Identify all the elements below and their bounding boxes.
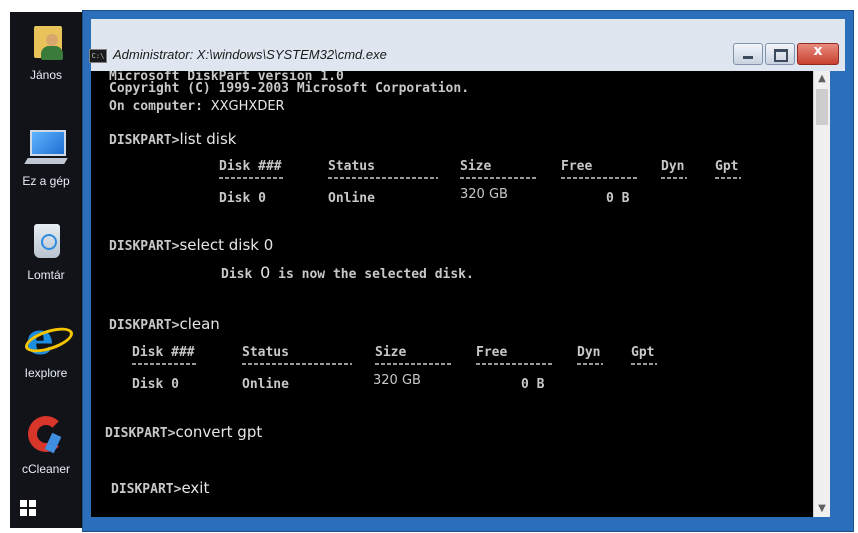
col-header: Dyn — [577, 345, 601, 360]
command-text: clean — [179, 315, 220, 333]
prompt: DISKPART> — [105, 426, 176, 441]
header-underline — [577, 363, 603, 365]
command-text: exit — [181, 479, 210, 497]
header-underline — [460, 177, 538, 179]
command-text: list disk — [179, 130, 237, 148]
table-cell: Online — [242, 377, 289, 392]
header-underline — [661, 177, 687, 179]
header-underline — [328, 177, 438, 179]
col-header: Free — [476, 345, 508, 360]
col-header: Size — [460, 159, 492, 174]
desktop-icon-this-pc[interactable]: Ez a gép — [10, 124, 82, 188]
col-header: Size — [375, 345, 407, 360]
table-cell: 320 GB — [373, 373, 421, 388]
computer-name: XXGHXDER — [210, 99, 285, 114]
col-header: Gpt — [631, 345, 655, 360]
prompt: DISKPART> — [109, 133, 180, 148]
header-underline — [375, 363, 453, 365]
close-icon: x — [813, 43, 823, 59]
cmd-app-icon: C:\ — [89, 49, 107, 63]
command-line: DISKPART>exit — [111, 478, 209, 497]
prompt: DISKPART> — [109, 239, 180, 254]
desktop-icon-label: János — [29, 68, 63, 82]
window-controls: x — [733, 43, 839, 65]
recycle-bin-icon — [24, 218, 68, 262]
col-header: Status — [328, 159, 375, 174]
header-underline — [132, 363, 198, 365]
header-underline — [631, 363, 657, 365]
header-line: Copyright (C) 1999-2003 Microsoft Corpor… — [109, 81, 470, 96]
header-underline — [476, 363, 554, 365]
header-underline — [219, 177, 285, 179]
message-number: 0 — [260, 263, 271, 282]
scroll-down-icon[interactable]: ▼ — [814, 501, 830, 517]
maximize-icon — [774, 49, 788, 62]
command-line: DISKPART>list disk — [109, 129, 236, 148]
header-underline — [715, 177, 741, 179]
col-header: Gpt — [715, 159, 739, 174]
header-line: On computer: XXGHXDER — [109, 95, 285, 114]
col-header: Status — [242, 345, 289, 360]
desktop-icon-label: Iexplore — [24, 366, 68, 380]
table-cell: Online — [328, 191, 375, 206]
col-header: Dyn — [661, 159, 685, 174]
scroll-up-icon[interactable]: ▲ — [814, 71, 830, 87]
computer-icon — [24, 124, 68, 168]
desktop-icon-user[interactable]: János — [10, 18, 82, 82]
prompt: DISKPART> — [111, 482, 182, 497]
message-text: Disk — [221, 267, 261, 282]
console-output[interactable]: Microsoft DiskPart version 1.0 Copyright… — [91, 71, 813, 517]
vertical-scrollbar[interactable]: ▲ ▼ — [813, 71, 830, 517]
user-folder-icon — [24, 18, 68, 62]
header-underline — [561, 177, 639, 179]
window-title: Administrator: X:\windows\SYSTEM32\cmd.e… — [113, 47, 387, 62]
minimize-icon — [743, 56, 753, 59]
command-text: convert gpt — [175, 423, 263, 441]
table-cell: 320 GB — [460, 187, 508, 202]
desktop-icon-iexplore[interactable]: e Iexplore — [10, 314, 82, 380]
command-text: select disk 0 — [179, 236, 274, 254]
message-text: is now the selected disk. — [270, 267, 474, 282]
close-button[interactable]: x — [797, 43, 839, 65]
desktop-icon-ccleaner[interactable]: cCleaner — [10, 412, 82, 476]
desktop-icon-label: cCleaner — [21, 462, 71, 476]
maximize-button[interactable] — [765, 43, 795, 65]
table-cell: 0 B — [606, 191, 630, 206]
col-header: Disk ### — [132, 345, 195, 360]
table-cell: Disk 0 — [219, 191, 266, 206]
col-header: Free — [561, 159, 593, 174]
command-line: DISKPART>select disk 0 — [109, 235, 273, 254]
minimize-button[interactable] — [733, 43, 763, 65]
selected-disk-message: Disk 0 is now the selected disk. — [221, 263, 474, 282]
ccleaner-icon — [24, 412, 68, 456]
scroll-thumb[interactable] — [816, 89, 828, 125]
command-line: DISKPART>clean — [109, 314, 220, 333]
title-bar[interactable] — [91, 19, 845, 71]
desktop-icon-label: Lomtár — [27, 268, 65, 282]
table-cell: Disk 0 — [132, 377, 179, 392]
header-label: On computer: — [109, 99, 211, 114]
internet-explorer-icon: e — [22, 314, 76, 365]
command-line: DISKPART>convert gpt — [105, 422, 262, 441]
table-cell: 0 B — [521, 377, 545, 392]
col-header: Disk ### — [219, 159, 282, 174]
desktop-icon-label: Ez a gép — [22, 174, 70, 188]
prompt: DISKPART> — [109, 318, 180, 333]
windows-start-icon[interactable] — [20, 500, 36, 516]
desktop-icon-recycle-bin[interactable]: Lomtár — [10, 218, 82, 282]
header-underline — [242, 363, 352, 365]
cmd-window: C:\ Administrator: X:\windows\SYSTEM32\c… — [82, 10, 854, 532]
